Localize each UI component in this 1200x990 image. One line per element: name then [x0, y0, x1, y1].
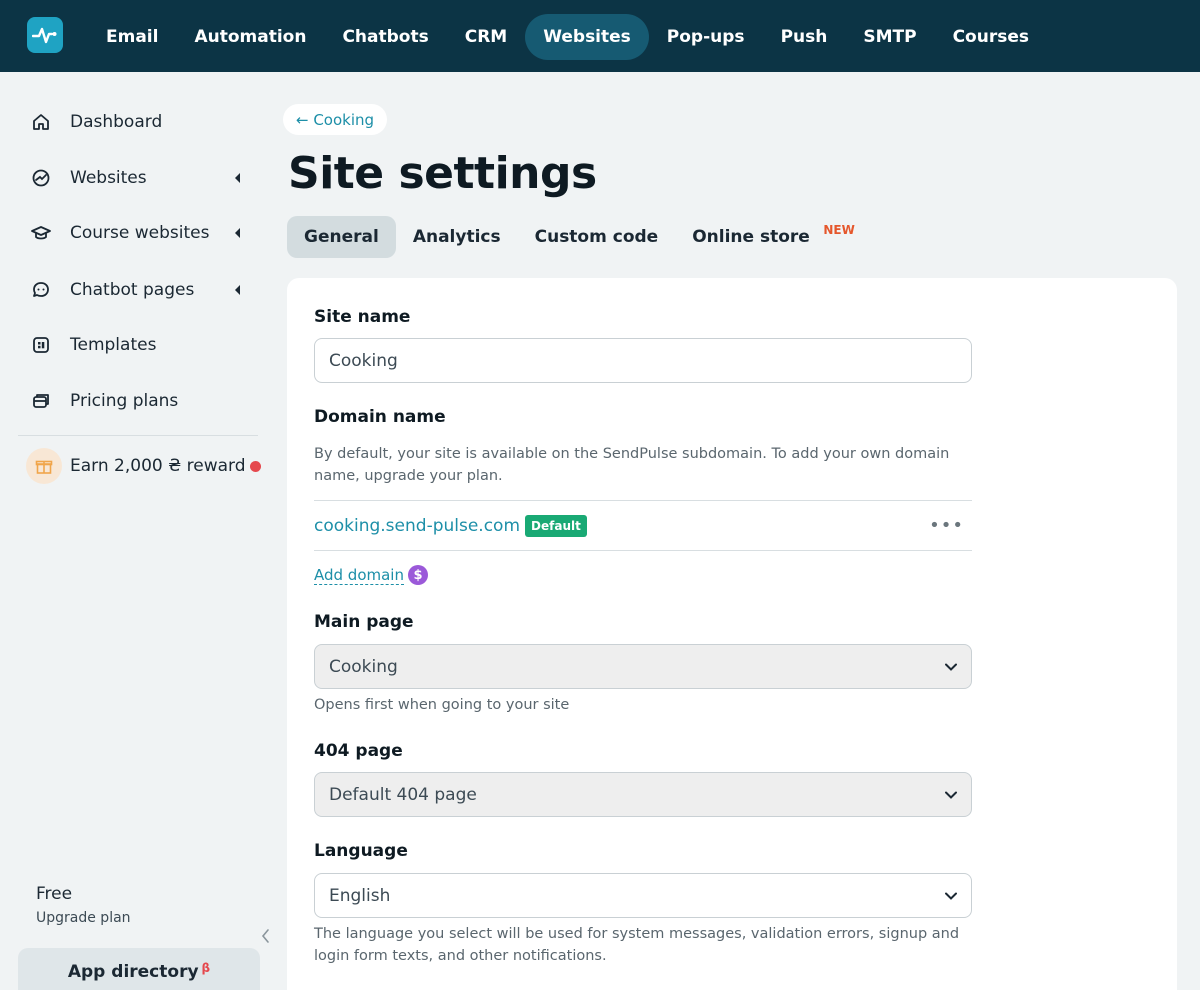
language-select[interactable]: English	[314, 873, 972, 918]
back-to-site-button[interactable]: ← Cooking	[283, 104, 388, 135]
app-directory-button[interactable]: App directory β	[18, 948, 260, 990]
globe-icon	[28, 165, 54, 191]
main-page-help: Opens first when going to your site	[314, 697, 570, 713]
add-domain-link[interactable]: Add domain $	[314, 565, 428, 585]
beta-badge: β	[201, 961, 211, 975]
sidebar-item-label: Websites	[70, 168, 147, 188]
gift-icon	[26, 448, 62, 484]
nav-popups[interactable]: Pop-ups	[649, 14, 763, 60]
chevron-down-icon	[945, 791, 957, 799]
sidebar-item-label: Templates	[70, 335, 157, 355]
sidebar: Dashboard Websites Course websites Chatb…	[0, 72, 280, 990]
nav-smtp[interactable]: SMTP	[845, 14, 934, 60]
chevron-down-icon	[945, 663, 957, 671]
sidebar-item-label: Course websites	[70, 223, 210, 243]
chevron-down-icon	[945, 892, 957, 900]
nav-automation[interactable]: Automation	[176, 14, 324, 60]
graduation-cap-icon	[28, 220, 54, 246]
caret-left-icon[interactable]	[235, 285, 240, 295]
site-name-label: Site name	[314, 307, 411, 327]
tab-custom-code[interactable]: Custom code	[518, 216, 676, 258]
chat-icon	[28, 277, 54, 303]
app-directory-label: App directory	[67, 962, 199, 982]
site-name-input[interactable]: Cooking	[314, 338, 972, 383]
settings-card: Site name Cooking Domain name By default…	[287, 278, 1177, 990]
settings-tabs: General Analytics Custom code Online sto…	[287, 216, 855, 258]
collapse-sidebar-icon[interactable]	[258, 926, 274, 946]
tab-analytics[interactable]: Analytics	[396, 216, 518, 258]
sendpulse-logo-icon[interactable]	[27, 17, 63, 53]
tab-label: Online store	[692, 227, 810, 247]
new-badge: NEW	[823, 223, 855, 237]
reward-label: Earn 2,000 ₴ reward	[70, 456, 246, 476]
templates-icon	[28, 332, 54, 358]
nav-crm[interactable]: CRM	[447, 14, 525, 60]
sidebar-item-course-websites[interactable]: Course websites	[28, 213, 248, 253]
main-nav: Email Automation Chatbots CRM Websites P…	[88, 14, 1047, 60]
domain-link[interactable]: cooking.send-pulse.com	[314, 516, 520, 536]
plan-name: Free	[36, 884, 73, 904]
page-404-label: 404 page	[314, 741, 403, 761]
nav-chatbots[interactable]: Chatbots	[324, 14, 446, 60]
paid-feature-coin-icon: $	[408, 565, 428, 585]
sidebar-item-label: Chatbot pages	[70, 280, 195, 300]
nav-courses[interactable]: Courses	[935, 14, 1047, 60]
sidebar-item-websites[interactable]: Websites	[28, 158, 248, 198]
sidebar-divider	[18, 435, 258, 436]
page-title: Site settings	[288, 148, 597, 199]
pricing-icon	[28, 388, 54, 414]
page-404-select[interactable]: Default 404 page	[314, 772, 972, 817]
earn-reward-link[interactable]: Earn 2,000 ₴ reward	[26, 448, 261, 484]
page-404-value: Default 404 page	[329, 784, 477, 805]
caret-left-icon[interactable]	[235, 228, 240, 238]
add-domain-label: Add domain	[314, 565, 404, 585]
home-icon	[28, 109, 54, 135]
sidebar-item-dashboard[interactable]: Dashboard	[28, 102, 248, 142]
domain-help-text: By default, your site is available on th…	[314, 446, 950, 484]
nav-websites[interactable]: Websites	[525, 14, 649, 60]
sidebar-item-label: Pricing plans	[70, 391, 179, 411]
main-page-value: Cooking	[329, 656, 398, 677]
domain-row: cooking.send-pulse.com Default •••	[314, 500, 972, 551]
sidebar-item-templates[interactable]: Templates	[28, 325, 248, 365]
top-navigation-bar: Email Automation Chatbots CRM Websites P…	[0, 0, 1200, 72]
nav-push[interactable]: Push	[763, 14, 846, 60]
sidebar-item-label: Dashboard	[70, 112, 163, 132]
caret-left-icon[interactable]	[235, 173, 240, 183]
tab-general[interactable]: General	[287, 216, 396, 258]
language-value: English	[329, 885, 391, 906]
main-page-label: Main page	[314, 612, 414, 632]
more-options-icon[interactable]: •••	[929, 515, 964, 536]
language-help: The language you select will be used for…	[314, 926, 960, 964]
sidebar-item-chatbot-pages[interactable]: Chatbot pages	[28, 270, 248, 310]
default-badge: Default	[525, 514, 587, 537]
notification-dot	[249, 460, 261, 472]
domain-name-label: Domain name	[314, 407, 446, 427]
tab-online-store[interactable]: Online store NEW	[675, 216, 855, 258]
upgrade-plan-link[interactable]: Upgrade plan	[36, 910, 131, 926]
language-label: Language	[314, 841, 408, 861]
main-page-select[interactable]: Cooking	[314, 644, 972, 689]
nav-email[interactable]: Email	[88, 14, 176, 60]
sidebar-item-pricing-plans[interactable]: Pricing plans	[28, 381, 248, 421]
